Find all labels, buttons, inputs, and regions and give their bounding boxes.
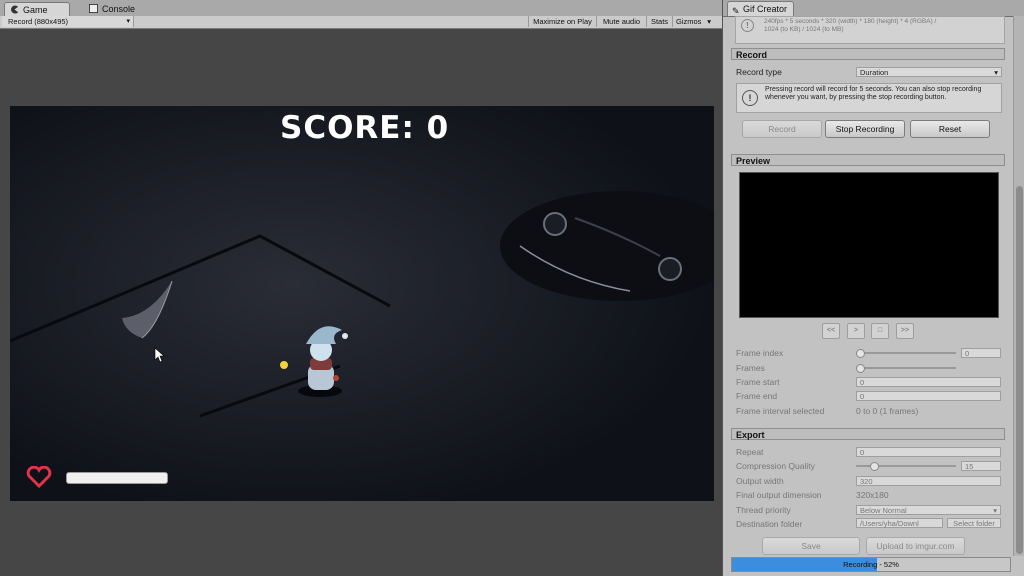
chevron-down-icon: ▾ — [126, 18, 130, 25]
frame-end-field[interactable]: 0 — [856, 391, 1001, 401]
resolution-label: Record (880x495) — [8, 17, 69, 26]
resolution-dropdown[interactable]: Record (880x495) ▾ — [2, 16, 134, 27]
mute-audio-button[interactable]: Mute audio — [596, 16, 646, 27]
destination-folder-field[interactable]: /Users/yha/Downl — [856, 518, 943, 528]
console-icon — [89, 4, 98, 13]
recording-progress-label: Recording - 52% — [843, 560, 899, 569]
stop-button[interactable]: □ — [871, 323, 889, 339]
game-view-panel: Game Console Record (880x495) ▾ Maximize… — [0, 0, 722, 576]
maximize-on-play-button[interactable]: Maximize on Play — [528, 16, 596, 27]
play-button[interactable]: > — [847, 323, 865, 339]
tab-gif-creator[interactable]: ✎ Gif Creator — [727, 1, 795, 16]
frame-index-label: Frame index — [736, 348, 784, 358]
destination-folder-label: Destination folder — [736, 519, 803, 529]
record-type-label: Record type — [736, 67, 782, 77]
upload-imgur-button[interactable]: Upload to imgur.com — [866, 537, 965, 555]
record-type-dropdown[interactable]: Duration ▾ — [856, 67, 1002, 77]
panel-scrollbar[interactable] — [1013, 16, 1024, 556]
tab-console-label: Console — [102, 4, 136, 14]
frame-start-label: Frame start — [736, 377, 780, 387]
record-type-value: Duration — [860, 68, 889, 77]
slider-knob[interactable] — [856, 364, 865, 373]
export-section-header: Export — [731, 428, 1005, 440]
repeat-field[interactable]: 0 — [856, 447, 1001, 457]
game-tabstrip: Game Console — [0, 0, 722, 17]
thread-priority-value: Below Normal — [860, 506, 907, 515]
frame-end-label: Frame end — [736, 391, 778, 401]
gif-preview-area — [739, 172, 999, 318]
stats-button[interactable]: Stats — [646, 16, 672, 27]
thread-priority-label: Thread priority — [736, 505, 791, 515]
save-button[interactable]: Save — [762, 537, 860, 555]
heart-icon — [26, 466, 52, 488]
gif-creator-panel: ✎ Gif Creator ! 240fps * 5 seconds * 320… — [722, 0, 1024, 576]
scrollbar-thumb[interactable] — [1016, 186, 1023, 554]
size-info-line2: 1024 (to KB) / 1024 (to MB) — [764, 26, 844, 33]
output-width-label: Output width — [736, 476, 784, 486]
reset-button[interactable]: Reset — [910, 120, 990, 138]
tab-game[interactable]: Game — [4, 2, 70, 16]
record-button[interactable]: Record — [742, 120, 822, 138]
score-text: SCORE: 0 — [280, 110, 450, 146]
tab-game-label: Game — [23, 5, 48, 15]
select-folder-button[interactable]: Select folder — [947, 518, 1001, 528]
tab-gif-creator-label: Gif Creator — [743, 4, 788, 14]
size-info-line1: 240fps * 5 seconds * 320 (width) * 180 (… — [764, 18, 937, 25]
health-bar — [66, 472, 168, 484]
frame-index-field[interactable]: 0 — [961, 348, 1001, 358]
gizmos-label: Gizmos — [676, 17, 702, 26]
slider-knob[interactable] — [856, 349, 865, 358]
pacman-icon — [11, 5, 19, 14]
compression-quality-field[interactable]: 15 — [961, 461, 1001, 471]
chevron-down-icon: ▾ — [707, 17, 711, 26]
gizmos-dropdown[interactable]: Gizmos ▾ — [672, 16, 714, 27]
frame-interval-value: 0 to 0 (1 frames) — [856, 406, 919, 416]
game-viewport[interactable]: SCORE: 0 — [10, 106, 714, 501]
chevron-down-icon: ▾ — [994, 68, 998, 77]
size-info-box: ! 240fps * 5 seconds * 320 (width) * 180… — [735, 16, 1005, 44]
tab-console[interactable]: Console — [84, 2, 154, 16]
chevron-down-icon: ▾ — [993, 506, 997, 515]
rewind-button[interactable]: << — [822, 323, 840, 339]
output-width-field[interactable]: 320 — [856, 476, 1001, 486]
final-dimension-value: 320x180 — [856, 490, 889, 500]
record-section-header: Record — [731, 48, 1005, 60]
exclamation-icon: ! — [741, 19, 754, 32]
frames-label: Frames — [736, 363, 765, 373]
slider-track — [856, 367, 956, 369]
frame-interval-label: Frame interval selected — [736, 406, 825, 416]
slider-knob[interactable] — [870, 462, 879, 471]
gif-tabstrip: ✎ Gif Creator — [723, 0, 1024, 17]
exclamation-icon: ! — [742, 90, 758, 106]
record-help-text: Pressing record will record for 5 second… — [765, 86, 982, 101]
compression-quality-label: Compression Quality — [736, 461, 815, 471]
frames-range-slider[interactable] — [856, 363, 956, 373]
forward-button[interactable]: >> — [896, 323, 914, 339]
game-toolbar: Record (880x495) ▾ Maximize on Play Mute… — [0, 16, 722, 29]
thread-priority-dropdown[interactable]: Below Normal ▾ — [856, 505, 1001, 515]
recording-progress-bar: Recording - 52% — [731, 557, 1011, 572]
final-dimension-label: Final output dimension — [736, 490, 822, 500]
preview-section-header: Preview — [731, 154, 1005, 166]
frame-index-slider[interactable] — [856, 348, 956, 358]
game-scene — [10, 106, 714, 501]
compression-quality-slider[interactable] — [856, 461, 956, 471]
frame-start-field[interactable]: 0 — [856, 377, 1001, 387]
repeat-label: Repeat — [736, 447, 764, 457]
record-help-box: ! Pressing record will record for 5 seco… — [736, 83, 1002, 113]
slider-track — [856, 352, 956, 354]
stop-recording-button[interactable]: Stop Recording — [825, 120, 905, 138]
